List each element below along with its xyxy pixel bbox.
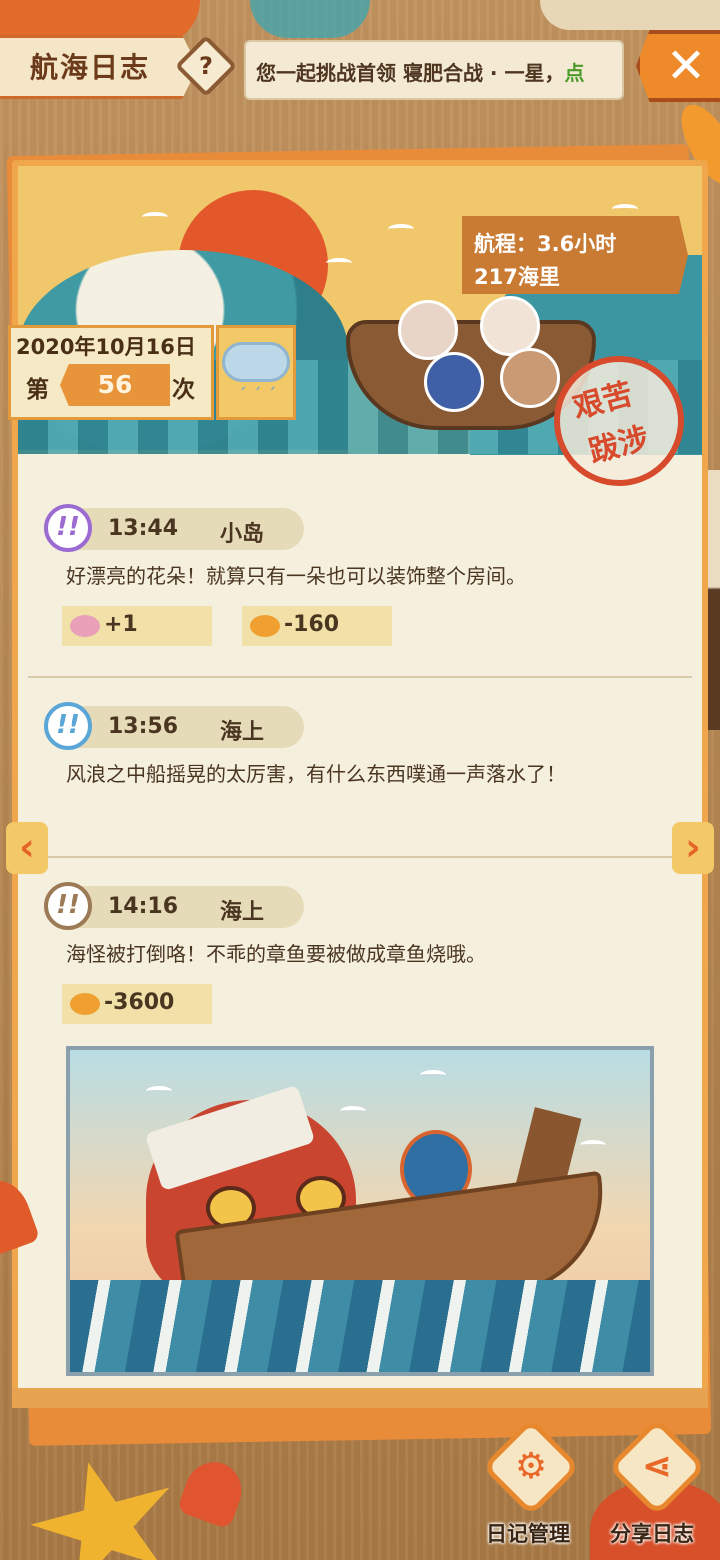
exclamation-brown-icon: !! — [44, 882, 92, 930]
exclamation-blue-icon: !! — [44, 702, 92, 750]
bird-icon — [580, 1140, 606, 1150]
bird-icon — [612, 204, 638, 214]
avatar[interactable] — [500, 348, 560, 408]
entry-place: 海上 — [220, 900, 265, 925]
ticker-text: 您一起挑战首领 寝肥合战 · 一星， — [256, 61, 565, 85]
share-icon[interactable]: ⋖ — [622, 1432, 692, 1502]
entry-text: 海怪被打倒咯！不乖的章鱼要被做成章鱼烧哦。 — [66, 942, 486, 966]
decor-starfish — [16, 1443, 195, 1560]
count-suffix: 次 — [172, 377, 195, 403]
count-prefix: 第 — [26, 377, 49, 403]
fish-icon — [250, 615, 280, 637]
gear-icon[interactable]: ⚙ — [496, 1432, 566, 1502]
voyage-distance: 217海里 — [474, 265, 560, 289]
diary-manage-label[interactable]: 日记管理 — [486, 1518, 570, 1548]
flower-icon — [70, 615, 100, 637]
decor-wave — [250, 0, 370, 38]
avatar[interactable] — [398, 300, 458, 360]
entry-place: 海上 — [220, 720, 265, 745]
voyage-duration: 航程：3.6小时 — [474, 232, 617, 256]
bird-icon — [146, 1086, 172, 1096]
bird-icon — [340, 1106, 366, 1116]
rain-cloud-icon — [222, 342, 290, 382]
avatar[interactable] — [480, 296, 540, 356]
news-ticker: 您一起挑战首领 寝肥合战 · 一星，点 — [244, 40, 624, 100]
voyage-count: 56 — [97, 370, 133, 399]
bird-icon — [142, 212, 168, 222]
fish-icon — [70, 993, 100, 1015]
next-page-button[interactable]: › — [672, 822, 714, 874]
bird-icon — [420, 1070, 446, 1080]
entry-time: 13:56 — [108, 714, 179, 739]
bird-icon — [326, 258, 352, 268]
voyage-date: 2020年10月16日 — [16, 335, 196, 359]
bird-icon — [388, 224, 414, 234]
card-bottom-strip — [12, 1388, 708, 1408]
close-icon[interactable]: ✕ — [656, 36, 716, 96]
question-icon[interactable]: ? — [184, 44, 228, 88]
entry-text: 风浪之中船摇晃的太厉害，有什么东西噗通一声落水了！ — [66, 762, 566, 786]
prev-page-button[interactable]: ‹ — [6, 822, 48, 874]
ticker-highlight: 点 — [564, 61, 585, 85]
avatar[interactable] — [424, 352, 484, 412]
rain-drops-icon: ˊ ˊ ˊ — [238, 385, 277, 406]
share-log-label[interactable]: 分享日志 — [610, 1518, 694, 1548]
divider — [28, 676, 692, 678]
reward-value: -3600 — [104, 990, 175, 1015]
sea-illustration — [70, 1280, 650, 1372]
exclamation-purple-icon: !! — [44, 504, 92, 552]
entry-text: 好漂亮的花朵！就算只有一朵也可以装饰整个房间。 — [66, 564, 526, 588]
entry-time: 13:44 — [108, 516, 179, 541]
entry-place: 小岛 — [220, 522, 265, 547]
decor-top-right — [540, 0, 720, 30]
reward-value: -160 — [284, 612, 340, 637]
divider — [28, 856, 692, 858]
decor-shell — [176, 1454, 250, 1530]
entry-time: 14:16 — [108, 894, 179, 919]
reward-value: +1 — [104, 612, 138, 637]
page-title: 航海日志 — [30, 51, 151, 84]
